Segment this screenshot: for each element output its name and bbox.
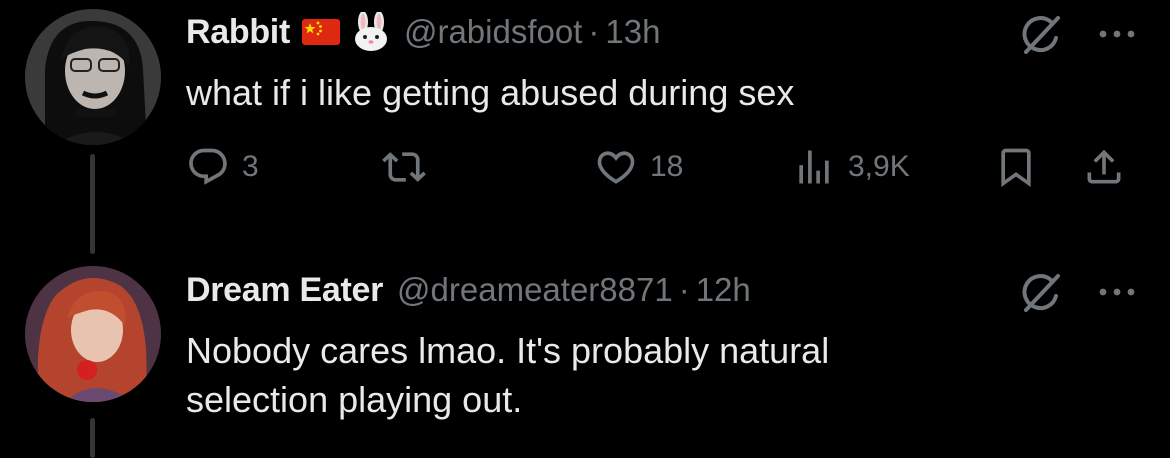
separator: · xyxy=(678,271,690,308)
tweet-actions: 3 18 3,9K xyxy=(186,142,1146,192)
tweet-header: Rabbit @rabidsfoot · 13h xyxy=(186,11,660,52)
tweet[interactable]: Rabbit @rabidsfoot · 13h what if i like … xyxy=(0,0,1170,254)
timestamp[interactable]: 12h xyxy=(696,271,751,309)
share-button[interactable] xyxy=(1082,142,1126,192)
more-options-icon[interactable] xyxy=(1092,14,1142,54)
tweet-header: Dream Eater @dreameater8871 · 12h xyxy=(186,270,751,310)
tweet[interactable]: Dream Eater @dreameater8871 · 12h Nobody… xyxy=(0,258,1170,458)
avatar[interactable] xyxy=(25,9,161,145)
tweet-text-line: selection playing out. xyxy=(186,379,523,420)
views-button[interactable]: 3,9K xyxy=(792,142,910,192)
retweet-icon xyxy=(382,152,426,182)
view-count: 3,9K xyxy=(848,150,910,183)
reply-icon xyxy=(189,148,227,185)
tweet-text: what if i like getting abused during sex xyxy=(186,72,795,113)
reply-button[interactable]: 3 xyxy=(186,142,259,192)
avatar[interactable] xyxy=(25,266,161,402)
views-icon xyxy=(799,150,829,184)
thread-line xyxy=(90,154,95,254)
bookmark-icon xyxy=(1001,148,1031,188)
display-name[interactable]: Rabbit xyxy=(186,13,290,52)
handle[interactable]: @dreameater8871 xyxy=(397,271,673,309)
retweet-button[interactable] xyxy=(382,142,426,192)
grok-icon[interactable] xyxy=(1018,270,1064,316)
thread-line xyxy=(90,418,95,458)
grok-icon[interactable] xyxy=(1018,12,1064,58)
reply-count: 3 xyxy=(242,150,259,183)
like-count: 18 xyxy=(650,150,684,183)
heart-icon xyxy=(597,151,635,184)
china-flag-emoji xyxy=(301,19,340,45)
display-name[interactable]: Dream Eater xyxy=(186,271,383,310)
separator: · xyxy=(588,13,600,50)
timestamp[interactable]: 13h xyxy=(605,13,660,51)
bookmark-button[interactable] xyxy=(994,142,1038,192)
tweet-text-line: Nobody cares lmao. It's probably natural xyxy=(186,330,830,371)
share-icon xyxy=(1087,149,1121,184)
rabbit-face-emoji xyxy=(352,11,390,52)
tweet-text: Nobody cares lmao. It's probably natural… xyxy=(186,326,1066,424)
handle[interactable]: @rabidsfoot xyxy=(404,13,582,51)
more-options-icon[interactable] xyxy=(1092,272,1142,312)
like-button[interactable]: 18 xyxy=(594,142,683,192)
